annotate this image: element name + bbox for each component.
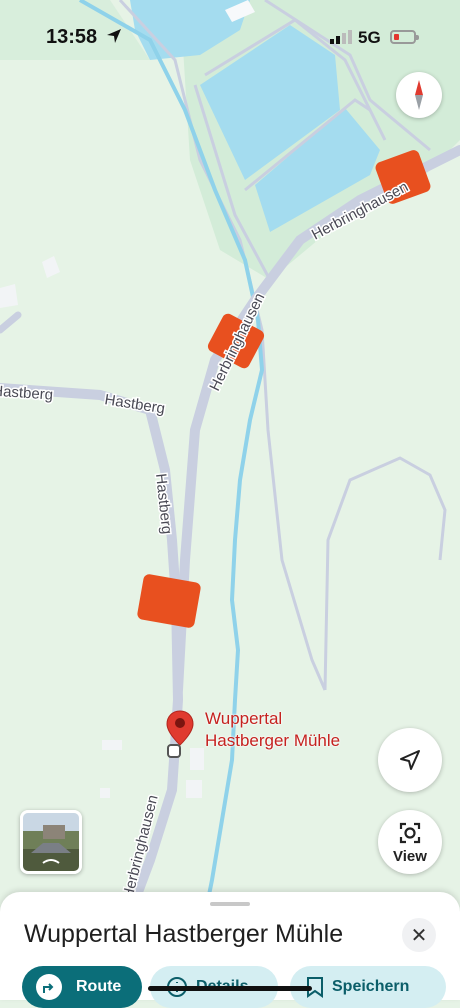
location-arrow-icon (107, 29, 121, 43)
place-title: Wuppertal Hastberger Mühle (24, 920, 344, 948)
save-button[interactable]: Speichern (290, 966, 446, 1008)
compass-button[interactable] (396, 72, 442, 118)
street-view-image (23, 813, 79, 871)
navigation-arrow-icon (400, 750, 420, 770)
signal-icon (330, 30, 352, 44)
close-button[interactable]: ✕ (402, 918, 436, 952)
save-label: Speichern (332, 978, 410, 995)
place-label-line2: Hastberger Mühle (205, 731, 341, 750)
place-label[interactable]: Wuppertal Hastberger Mühle (205, 708, 340, 752)
place-pin-icon[interactable] (166, 710, 194, 746)
sheet-drag-handle[interactable] (210, 902, 250, 906)
home-indicator (148, 986, 312, 991)
status-time: 13:58 (46, 26, 98, 48)
close-icon: ✕ (410, 924, 428, 947)
street-label: Hastberg (0, 382, 54, 403)
street-view-thumbnail[interactable] (20, 810, 82, 874)
camera-lens-icon (399, 822, 421, 844)
compass-icon (415, 80, 423, 110)
lens-view-button[interactable]: View (378, 810, 442, 874)
bus-stop-icon[interactable] (167, 744, 181, 758)
my-location-button[interactable] (378, 728, 442, 792)
battery-icon (390, 30, 419, 44)
place-label-line1: Wuppertal (205, 709, 283, 728)
view-label: View (393, 848, 427, 865)
directions-icon (36, 974, 62, 1000)
route-button[interactable]: Route (22, 966, 142, 1008)
network-type: 5G (358, 28, 381, 47)
route-label: Route (76, 978, 122, 995)
status-bar: 13:58 5G (0, 0, 460, 70)
place-bottom-sheet[interactable]: Wuppertal Hastberger Mühle ✕ Route Detai… (0, 892, 460, 1008)
